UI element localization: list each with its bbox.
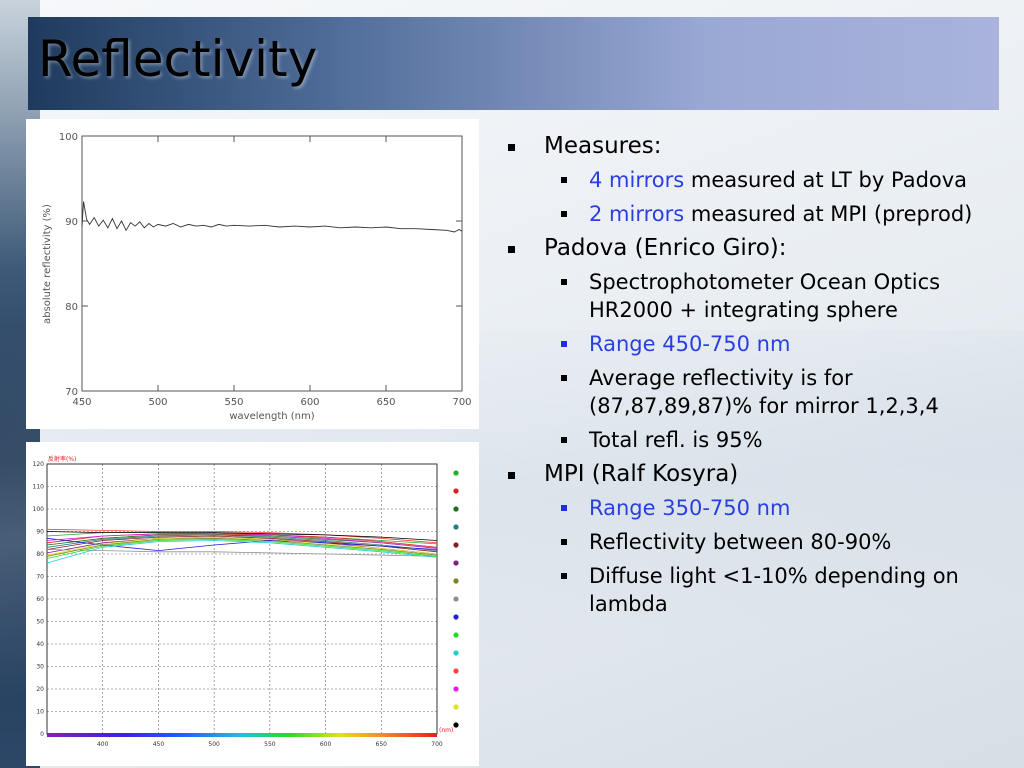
chart2-ytick-label: 70 bbox=[36, 574, 44, 581]
chart2-ytick-label: 100 bbox=[33, 506, 45, 513]
chart1-ytick-label: 70 bbox=[65, 387, 78, 398]
chart2-xtick-label: 450 bbox=[153, 741, 165, 748]
chart2-plot-frame bbox=[46, 463, 438, 735]
bullet-reflectivity-between: Reflectivity between 80-90% bbox=[508, 528, 1008, 556]
chart2-legend-dot bbox=[453, 578, 459, 584]
chart2-ytick-label: 0 bbox=[40, 731, 44, 738]
bullet-range-450-750: Range 450-750 nm bbox=[508, 330, 1008, 358]
chart1-xtick-label: 550 bbox=[224, 397, 243, 408]
bullet-list: Measures: 4 mirrors measured at LT by Pa… bbox=[508, 132, 1008, 624]
chart1-xtick-label: 500 bbox=[148, 397, 167, 408]
chart1-ytick-label: 80 bbox=[65, 302, 78, 313]
bullet-2-mirrors: 2 mirrors measured at MPI (preprod) bbox=[508, 200, 1008, 228]
chart1-plot-frame bbox=[81, 135, 463, 392]
chart2-ytick-label: 90 bbox=[36, 529, 44, 536]
chart2-ytick-label: 30 bbox=[36, 664, 44, 671]
padova-chart-svg: 450 500 550 600 650 700 70 80 90 100 wavelength (… bbox=[42, 132, 472, 422]
chart2-ytick-label: 40 bbox=[36, 641, 44, 648]
chart2-legend-dot bbox=[453, 632, 459, 638]
bullet-range-350-750: Range 350-750 nm bbox=[508, 494, 1008, 522]
slide-title: Reflectivity bbox=[38, 30, 318, 88]
bullet-mpi: MPI (Ralf Kosyra) bbox=[508, 460, 1008, 489]
chart2-legend-dot bbox=[453, 470, 459, 476]
bullet-marker bbox=[561, 375, 567, 381]
chart1-xtick-label: 650 bbox=[376, 397, 395, 408]
chart2-legend-dot bbox=[453, 722, 459, 728]
bullet-marker bbox=[561, 279, 567, 285]
mpi-reflectivity-chart: 0 10 20 30 40 50 60 70 80 90 100 110 120 400 450 500 550… bbox=[26, 442, 479, 766]
bullet-marker bbox=[561, 437, 567, 443]
chart2-legend-dot bbox=[453, 560, 459, 566]
chart2-ytick-label: 110 bbox=[33, 484, 45, 491]
bullet-marker bbox=[561, 341, 567, 347]
chart2-xtick-label: 500 bbox=[208, 741, 220, 748]
chart2-legend-dot bbox=[453, 614, 459, 620]
chart2-ytick-label: 120 bbox=[33, 461, 45, 468]
padova-reflectivity-chart: 450 500 550 600 650 700 70 80 90 100 wavelength (… bbox=[26, 119, 479, 429]
bullet-marker bbox=[561, 177, 567, 183]
chart2-ylabel: 反射率(%) bbox=[48, 455, 76, 463]
chart1-series-line bbox=[81, 201, 463, 233]
bullet-total-refl: Total refl. is 95% bbox=[508, 426, 1008, 454]
chart2-xtick-label: 700 bbox=[431, 741, 443, 748]
chart2-legend-dot bbox=[453, 506, 459, 512]
bullet-marker bbox=[561, 211, 567, 217]
chart1-ytick-label: 90 bbox=[65, 217, 78, 228]
chart2-legend-dot bbox=[453, 542, 459, 548]
chart2-legend-dot bbox=[453, 596, 459, 602]
chart2-xtick-label: 650 bbox=[376, 741, 388, 748]
chart2-legend-dot bbox=[453, 704, 459, 710]
chart1-ylabel: absolute reflectivity (%) bbox=[42, 204, 53, 324]
chart2-xunit: (nm) bbox=[439, 727, 453, 734]
chart2-ytick-label: 60 bbox=[36, 596, 44, 603]
chart1-xlabel: wavelength (nm) bbox=[229, 411, 314, 422]
chart2-ytick-label: 50 bbox=[36, 619, 44, 626]
chart2-xtick-label: 600 bbox=[320, 741, 332, 748]
bullet-marker bbox=[561, 505, 567, 511]
chart2-ytick-label: 10 bbox=[36, 709, 44, 716]
chart2-legend-dot bbox=[453, 650, 459, 656]
chart2-ytick-label: 80 bbox=[36, 551, 44, 558]
chart2-legend-dot bbox=[453, 488, 459, 494]
chart2-xtick-label: 550 bbox=[264, 741, 276, 748]
bullet-spectrophotometer: Spectrophotometer Ocean Optics HR2000 + … bbox=[508, 268, 1008, 324]
chart2-xtick-label: 400 bbox=[97, 741, 109, 748]
bullet-marker bbox=[561, 539, 567, 545]
chart2-ytick-label: 20 bbox=[36, 686, 44, 693]
chart1-xtick-label: 700 bbox=[452, 397, 471, 408]
bullet-average-reflectivity: Average reflectivity is for (87,87,89,87… bbox=[508, 364, 1008, 420]
chart1-ytick-label: 100 bbox=[59, 132, 78, 143]
bullet-marker bbox=[561, 573, 567, 579]
chart2-legend-dot bbox=[453, 524, 459, 530]
spectrum-bar bbox=[47, 733, 437, 737]
chart1-xtick-label: 600 bbox=[300, 397, 319, 408]
chart1-xtick-label: 450 bbox=[72, 397, 91, 408]
bullet-padova: Padova (Enrico Giro): bbox=[508, 234, 1008, 263]
mpi-chart-svg: 0 10 20 30 40 50 60 70 80 90 100 110 120 400 450 500 550… bbox=[33, 455, 459, 748]
bullet-diffuse-light: Diffuse light <1-10% depending on lambda bbox=[508, 562, 1008, 618]
bullet-measures: Measures: bbox=[508, 132, 1008, 161]
bullet-4-mirrors: 4 mirrors measured at LT by Padova bbox=[508, 166, 1008, 194]
chart2-legend-dot bbox=[453, 686, 459, 692]
chart2-legend-dot bbox=[453, 668, 459, 674]
